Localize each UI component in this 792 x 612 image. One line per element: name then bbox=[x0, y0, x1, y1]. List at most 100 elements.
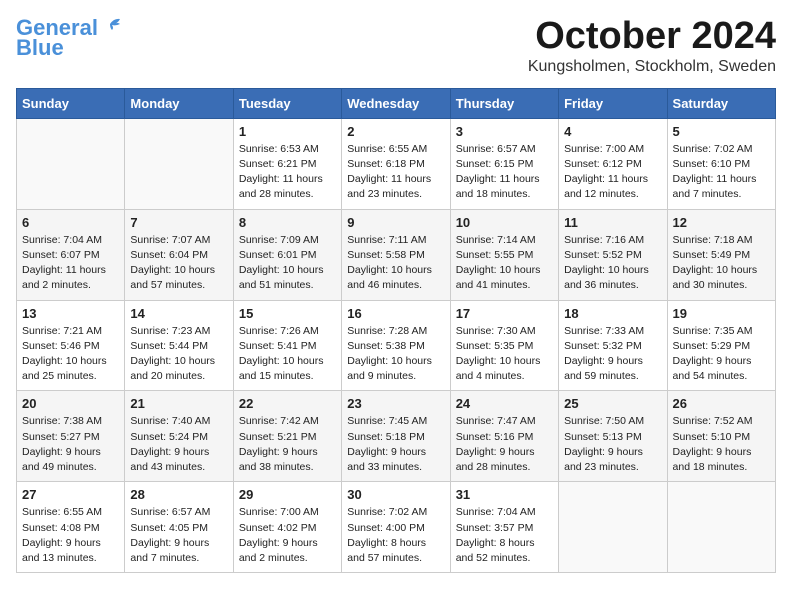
calendar-cell: 4 Sunrise: 7:00 AM Sunset: 6:12 PM Daylig… bbox=[559, 118, 667, 209]
calendar-cell: 25Sunrise: 7:50 AM Sunset: 5:13 PM Dayli… bbox=[559, 391, 667, 482]
cell-info: Sunrise: 6:57 AM Sunset: 6:15 PM Dayligh… bbox=[456, 142, 553, 203]
cell-info: Sunrise: 7:00 AM Sunset: 4:02 PM Dayligh… bbox=[239, 505, 336, 566]
calendar-cell: 13Sunrise: 7:21 AM Sunset: 5:46 PM Dayli… bbox=[17, 300, 125, 391]
cell-day-number: 30 bbox=[347, 487, 444, 502]
cell-day-number: 28 bbox=[130, 487, 227, 502]
location-subtitle: Kungsholmen, Stockholm, Sweden bbox=[528, 58, 776, 76]
cell-info: Sunrise: 7:35 AM Sunset: 5:29 PM Dayligh… bbox=[673, 324, 770, 385]
cell-info: Sunrise: 7:28 AM Sunset: 5:38 PM Dayligh… bbox=[347, 324, 444, 385]
calendar-cell bbox=[125, 118, 233, 209]
calendar-cell: 2 Sunrise: 6:55 AM Sunset: 6:18 PM Daylig… bbox=[342, 118, 450, 209]
cell-day-number: 20 bbox=[22, 396, 119, 411]
calendar-cell: 8 Sunrise: 7:09 AM Sunset: 6:01 PM Daylig… bbox=[233, 209, 341, 300]
calendar-cell: 30 Sunrise: 7:02 AM Sunset: 4:00 PM Dayli… bbox=[342, 482, 450, 573]
logo: General Blue bbox=[16, 16, 122, 60]
calendar-cell: 10Sunrise: 7:14 AM Sunset: 5:55 PM Dayli… bbox=[450, 209, 558, 300]
calendar-cell: 6 Sunrise: 7:04 AM Sunset: 6:07 PM Daylig… bbox=[17, 209, 125, 300]
cell-day-number: 2 bbox=[347, 124, 444, 139]
cell-info: Sunrise: 7:02 AM Sunset: 4:00 PM Dayligh… bbox=[347, 505, 444, 566]
logo-blue: Blue bbox=[16, 36, 64, 60]
day-header-saturday: Saturday bbox=[667, 88, 775, 118]
calendar-cell: 18 Sunrise: 7:33 AM Sunset: 5:32 PM Dayli… bbox=[559, 300, 667, 391]
calendar-cell: 26Sunrise: 7:52 AM Sunset: 5:10 PM Dayli… bbox=[667, 391, 775, 482]
calendar-cell: 28 Sunrise: 6:57 AM Sunset: 4:05 PM Dayli… bbox=[125, 482, 233, 573]
calendar-cell: 24 Sunrise: 7:47 AM Sunset: 5:16 PM Dayli… bbox=[450, 391, 558, 482]
week-row-2: 6 Sunrise: 7:04 AM Sunset: 6:07 PM Daylig… bbox=[17, 209, 776, 300]
day-header-friday: Friday bbox=[559, 88, 667, 118]
cell-info: Sunrise: 7:45 AM Sunset: 5:18 PM Dayligh… bbox=[347, 414, 444, 475]
cell-info: Sunrise: 6:53 AM Sunset: 6:21 PM Dayligh… bbox=[239, 142, 336, 203]
calendar-cell: 31Sunrise: 7:04 AM Sunset: 3:57 PM Dayli… bbox=[450, 482, 558, 573]
cell-day-number: 7 bbox=[130, 215, 227, 230]
day-header-monday: Monday bbox=[125, 88, 233, 118]
calendar-body: 1 Sunrise: 6:53 AM Sunset: 6:21 PM Daylig… bbox=[17, 118, 776, 572]
calendar-table: SundayMondayTuesdayWednesdayThursdayFrid… bbox=[16, 88, 776, 573]
calendar-cell: 17 Sunrise: 7:30 AM Sunset: 5:35 PM Dayli… bbox=[450, 300, 558, 391]
cell-day-number: 19 bbox=[673, 306, 770, 321]
week-row-1: 1 Sunrise: 6:53 AM Sunset: 6:21 PM Daylig… bbox=[17, 118, 776, 209]
cell-info: Sunrise: 7:04 AM Sunset: 3:57 PM Dayligh… bbox=[456, 505, 553, 566]
title-block: October 2024 Kungsholmen, Stockholm, Swe… bbox=[528, 16, 776, 76]
cell-day-number: 17 bbox=[456, 306, 553, 321]
cell-day-number: 26 bbox=[673, 396, 770, 411]
cell-info: Sunrise: 6:55 AM Sunset: 6:18 PM Dayligh… bbox=[347, 142, 444, 203]
cell-info: Sunrise: 7:21 AM Sunset: 5:46 PM Dayligh… bbox=[22, 324, 119, 385]
cell-day-number: 5 bbox=[673, 124, 770, 139]
cell-info: Sunrise: 7:18 AM Sunset: 5:49 PM Dayligh… bbox=[673, 233, 770, 294]
cell-day-number: 16 bbox=[347, 306, 444, 321]
cell-info: Sunrise: 7:42 AM Sunset: 5:21 PM Dayligh… bbox=[239, 414, 336, 475]
cell-info: Sunrise: 7:47 AM Sunset: 5:16 PM Dayligh… bbox=[456, 414, 553, 475]
week-row-5: 27 Sunrise: 6:55 AM Sunset: 4:08 PM Dayli… bbox=[17, 482, 776, 573]
calendar-cell: 20 Sunrise: 7:38 AM Sunset: 5:27 PM Dayli… bbox=[17, 391, 125, 482]
week-row-3: 13Sunrise: 7:21 AM Sunset: 5:46 PM Dayli… bbox=[17, 300, 776, 391]
calendar-cell: 12 Sunrise: 7:18 AM Sunset: 5:49 PM Dayli… bbox=[667, 209, 775, 300]
cell-info: Sunrise: 7:38 AM Sunset: 5:27 PM Dayligh… bbox=[22, 414, 119, 475]
cell-day-number: 6 bbox=[22, 215, 119, 230]
day-header-wednesday: Wednesday bbox=[342, 88, 450, 118]
cell-day-number: 23 bbox=[347, 396, 444, 411]
bird-icon bbox=[100, 16, 122, 36]
cell-day-number: 11 bbox=[564, 215, 661, 230]
cell-info: Sunrise: 7:07 AM Sunset: 6:04 PM Dayligh… bbox=[130, 233, 227, 294]
cell-info: Sunrise: 7:00 AM Sunset: 6:12 PM Dayligh… bbox=[564, 142, 661, 203]
cell-day-number: 3 bbox=[456, 124, 553, 139]
cell-day-number: 1 bbox=[239, 124, 336, 139]
cell-day-number: 12 bbox=[673, 215, 770, 230]
calendar-cell: 19 Sunrise: 7:35 AM Sunset: 5:29 PM Dayli… bbox=[667, 300, 775, 391]
cell-info: Sunrise: 7:04 AM Sunset: 6:07 PM Dayligh… bbox=[22, 233, 119, 294]
cell-day-number: 18 bbox=[564, 306, 661, 321]
page-header: General Blue October 2024 Kungsholmen, S… bbox=[16, 16, 776, 76]
cell-info: Sunrise: 7:26 AM Sunset: 5:41 PM Dayligh… bbox=[239, 324, 336, 385]
cell-day-number: 25 bbox=[564, 396, 661, 411]
calendar-cell: 21Sunrise: 7:40 AM Sunset: 5:24 PM Dayli… bbox=[125, 391, 233, 482]
calendar-cell: 7 Sunrise: 7:07 AM Sunset: 6:04 PM Daylig… bbox=[125, 209, 233, 300]
day-header-sunday: Sunday bbox=[17, 88, 125, 118]
cell-day-number: 24 bbox=[456, 396, 553, 411]
calendar-cell: 15 Sunrise: 7:26 AM Sunset: 5:41 PM Dayli… bbox=[233, 300, 341, 391]
cell-day-number: 8 bbox=[239, 215, 336, 230]
cell-info: Sunrise: 7:02 AM Sunset: 6:10 PM Dayligh… bbox=[673, 142, 770, 203]
month-title: October 2024 bbox=[528, 16, 776, 58]
calendar-cell: 14Sunrise: 7:23 AM Sunset: 5:44 PM Dayli… bbox=[125, 300, 233, 391]
cell-day-number: 21 bbox=[130, 396, 227, 411]
cell-info: Sunrise: 7:30 AM Sunset: 5:35 PM Dayligh… bbox=[456, 324, 553, 385]
calendar-cell: 3 Sunrise: 6:57 AM Sunset: 6:15 PM Daylig… bbox=[450, 118, 558, 209]
calendar-cell: 9Sunrise: 7:11 AM Sunset: 5:58 PM Daylig… bbox=[342, 209, 450, 300]
cell-info: Sunrise: 6:55 AM Sunset: 4:08 PM Dayligh… bbox=[22, 505, 119, 566]
calendar-header-row: SundayMondayTuesdayWednesdayThursdayFrid… bbox=[17, 88, 776, 118]
cell-info: Sunrise: 7:09 AM Sunset: 6:01 PM Dayligh… bbox=[239, 233, 336, 294]
cell-info: Sunrise: 6:57 AM Sunset: 4:05 PM Dayligh… bbox=[130, 505, 227, 566]
calendar-cell: 1 Sunrise: 6:53 AM Sunset: 6:21 PM Daylig… bbox=[233, 118, 341, 209]
cell-day-number: 4 bbox=[564, 124, 661, 139]
cell-info: Sunrise: 7:23 AM Sunset: 5:44 PM Dayligh… bbox=[130, 324, 227, 385]
calendar-cell: 23 Sunrise: 7:45 AM Sunset: 5:18 PM Dayli… bbox=[342, 391, 450, 482]
calendar-cell: 22Sunrise: 7:42 AM Sunset: 5:21 PM Dayli… bbox=[233, 391, 341, 482]
cell-day-number: 15 bbox=[239, 306, 336, 321]
cell-info: Sunrise: 7:16 AM Sunset: 5:52 PM Dayligh… bbox=[564, 233, 661, 294]
cell-day-number: 10 bbox=[456, 215, 553, 230]
cell-info: Sunrise: 7:33 AM Sunset: 5:32 PM Dayligh… bbox=[564, 324, 661, 385]
cell-day-number: 27 bbox=[22, 487, 119, 502]
calendar-cell: 16 Sunrise: 7:28 AM Sunset: 5:38 PM Dayli… bbox=[342, 300, 450, 391]
cell-day-number: 9 bbox=[347, 215, 444, 230]
calendar-cell: 29Sunrise: 7:00 AM Sunset: 4:02 PM Dayli… bbox=[233, 482, 341, 573]
